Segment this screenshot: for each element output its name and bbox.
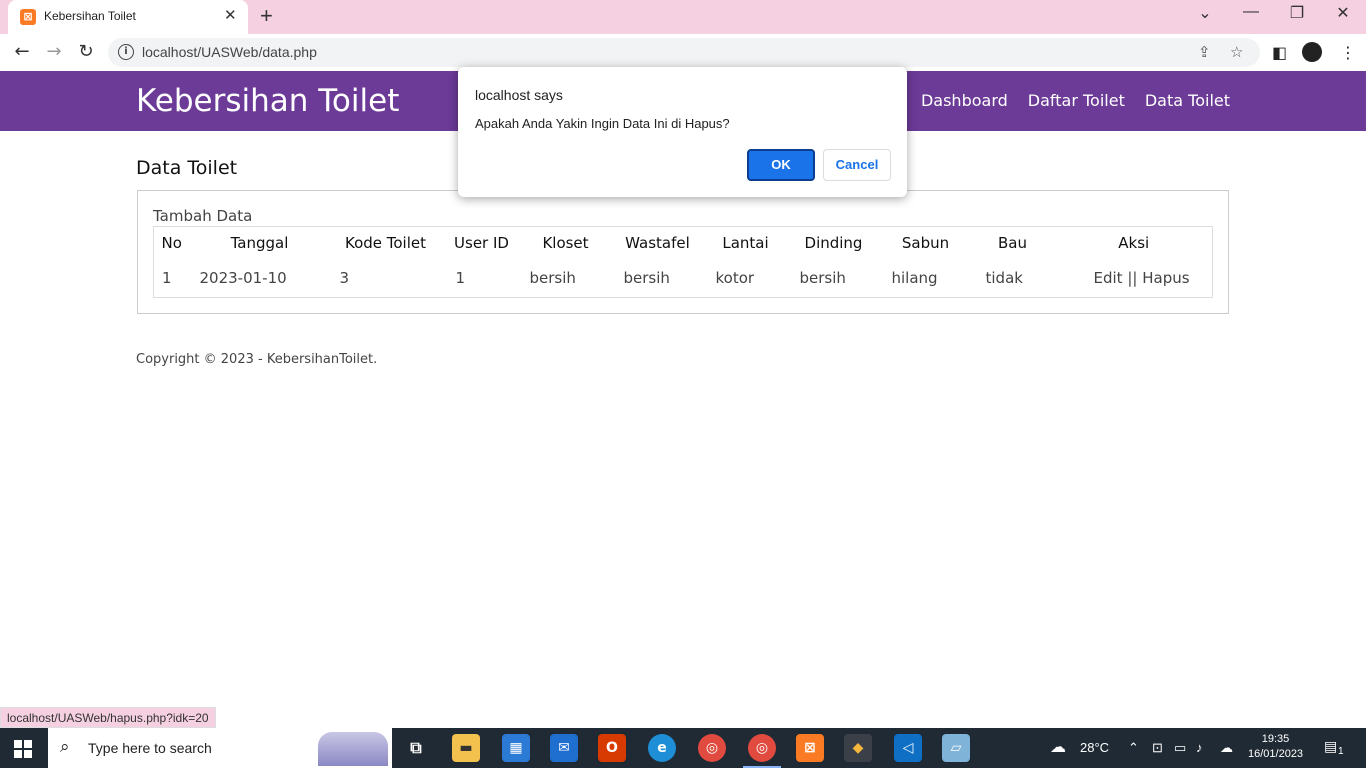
cell-user-id: 1	[455, 268, 466, 287]
weather-temperature[interactable]: 28°C	[1080, 740, 1109, 755]
task-view-icon[interactable]: ⧉	[402, 734, 430, 762]
browser-toolbar: ← → ↻ i localhost/UASWeb/data.php ⇪ ☆ ◧ …	[0, 34, 1366, 71]
bookmark-star-icon[interactable]: ☆	[1230, 43, 1243, 61]
cell-aksi: Edit || Hapus	[1056, 259, 1213, 298]
cell-wastafel: bersih	[623, 268, 670, 287]
cell-dinding: bersih	[799, 268, 846, 287]
col-header-tanggal: Tanggal	[230, 233, 289, 252]
onedrive-icon[interactable]: ☁	[1220, 740, 1233, 756]
meet-now-icon[interactable]: ⊡	[1152, 740, 1163, 756]
table-header-row: No Tanggal Kode Toilet User ID Kloset Wa…	[154, 227, 1213, 259]
dialog-message: Apakah Anda Yakin Ingin Data Ini di Hapu…	[475, 116, 730, 131]
notepad-icon[interactable]: ▱	[942, 734, 970, 762]
windows-taskbar: ⌕ Type here to search ⧉ ▬ ▦ ✉ O e ◎ ◎ ⊠ …	[0, 728, 1366, 768]
cell-no: 1	[162, 268, 172, 287]
col-header-bau: Bau	[998, 233, 1027, 252]
vscode-icon[interactable]: ◁	[894, 734, 922, 762]
cell-tanggal: 2023-01-10	[199, 268, 287, 287]
col-header-lantai: Lantai	[722, 233, 769, 252]
footer-copyright: Copyright © 2023 - KebersihanToilet.	[136, 352, 378, 367]
notification-count: 1	[1338, 746, 1344, 757]
forward-arrow-icon[interactable]: →	[42, 41, 66, 62]
tab-search-chevron-icon[interactable]: ⌄	[1182, 3, 1228, 23]
browser-tab-strip: ⊠ Kebersihan Toilet ✕ + ⌄ — ❐ ✕	[0, 0, 1366, 34]
microsoft-store-icon[interactable]: ▦	[502, 734, 530, 762]
windows-start-icon[interactable]	[14, 740, 32, 758]
file-explorer-icon[interactable]: ▬	[452, 734, 480, 762]
add-data-link[interactable]: Tambah Data	[153, 207, 252, 225]
taskbar-search-placeholder: Type here to search	[88, 740, 212, 756]
cell-lantai: kotor	[715, 268, 755, 287]
search-highlight-image	[318, 732, 388, 766]
address-bar[interactable]: i localhost/UASWeb/data.php ⇪ ☆	[108, 38, 1260, 67]
weather-cloud-icon[interactable]: ☁	[1050, 737, 1066, 757]
side-panel-icon[interactable]: ◧	[1272, 43, 1287, 62]
ok-button[interactable]: OK	[747, 149, 815, 181]
col-header-wastafel: Wastafel	[625, 233, 690, 252]
page-title: Data Toilet	[136, 157, 238, 179]
browser-tab[interactable]: ⊠ Kebersihan Toilet ✕	[8, 0, 248, 34]
table-row: 1 2023-01-10 3 1 bersih bersih kotor ber…	[154, 259, 1213, 298]
taskbar-search-box[interactable]: ⌕ Type here to search	[48, 728, 392, 768]
confirm-dialog: localhost says Apakah Anda Yakin Ingin D…	[458, 67, 907, 197]
close-tab-icon[interactable]: ✕	[224, 6, 237, 24]
action-separator: ||	[1127, 268, 1138, 287]
site-title[interactable]: Kebersihan Toilet	[136, 83, 399, 119]
cell-sabun: hilang	[891, 268, 938, 287]
git-gui-icon[interactable]: ◆	[844, 734, 872, 762]
col-header-no: No	[161, 233, 182, 252]
col-header-kode-toilet: Kode Toilet	[344, 233, 427, 252]
reload-icon[interactable]: ↻	[74, 41, 98, 62]
address-url[interactable]: localhost/UASWeb/data.php	[142, 44, 317, 60]
minimize-icon[interactable]: —	[1228, 3, 1274, 21]
nav-data-toilet[interactable]: Data Toilet	[1145, 91, 1230, 110]
taskbar-clock[interactable]: 19:35 16/01/2023	[1248, 732, 1303, 762]
col-header-dinding: Dinding	[804, 233, 863, 252]
share-icon[interactable]: ⇪	[1198, 43, 1211, 61]
battery-icon[interactable]: ▭	[1174, 740, 1186, 756]
chrome-active-icon[interactable]: ◎	[748, 734, 776, 762]
clock-date: 16/01/2023	[1248, 748, 1304, 760]
new-tab-icon[interactable]: +	[260, 3, 273, 29]
menu-kebab-icon[interactable]: ⋮	[1340, 43, 1356, 62]
xampp-icon[interactable]: ⊠	[796, 734, 824, 762]
tab-title: Kebersihan Toilet	[44, 9, 136, 23]
col-header-aksi: Aksi	[1118, 233, 1150, 252]
col-header-sabun: Sabun	[901, 233, 950, 252]
edit-link[interactable]: Edit	[1094, 269, 1123, 287]
restore-icon[interactable]: ❐	[1274, 3, 1320, 23]
data-panel: Tambah Data No Tanggal Kode Toilet User …	[137, 190, 1229, 314]
cancel-button[interactable]: Cancel	[823, 149, 891, 181]
profile-avatar[interactable]	[1302, 42, 1322, 62]
col-header-kloset: Kloset	[542, 233, 589, 252]
site-info-icon[interactable]: i	[118, 44, 134, 60]
close-window-icon[interactable]: ✕	[1320, 3, 1366, 23]
link-status-bar: localhost/UASWeb/hapus.php?idk=20	[0, 707, 216, 728]
mail-icon[interactable]: ✉	[550, 734, 578, 762]
nav-dashboard[interactable]: Dashboard	[921, 91, 1008, 110]
hapus-link[interactable]: Hapus	[1142, 269, 1189, 287]
cell-kloset: bersih	[529, 268, 576, 287]
search-icon: ⌕	[60, 737, 70, 757]
nav-daftar-toilet[interactable]: Daftar Toilet	[1028, 91, 1125, 110]
dialog-title: localhost says	[475, 87, 563, 103]
tray-chevron-up-icon[interactable]: ⌃	[1128, 740, 1139, 756]
data-table: No Tanggal Kode Toilet User ID Kloset Wa…	[153, 226, 1213, 298]
col-header-user-id: User ID	[454, 233, 509, 252]
back-arrow-icon[interactable]: ←	[10, 41, 34, 62]
clock-time: 19:35	[1261, 733, 1290, 745]
cell-kode-toilet: 3	[339, 268, 350, 287]
chrome-icon[interactable]: ◎	[698, 734, 726, 762]
office-icon[interactable]: O	[598, 734, 626, 762]
site-nav: Dashboard Daftar Toilet Data Toilet	[921, 91, 1230, 110]
xampp-favicon-icon: ⊠	[20, 9, 36, 25]
volume-icon[interactable]: ♪	[1196, 740, 1203, 755]
edge-browser-icon[interactable]: e	[648, 734, 676, 762]
cell-bau: tidak	[985, 268, 1023, 287]
notification-icon[interactable]: ▤	[1324, 738, 1337, 755]
